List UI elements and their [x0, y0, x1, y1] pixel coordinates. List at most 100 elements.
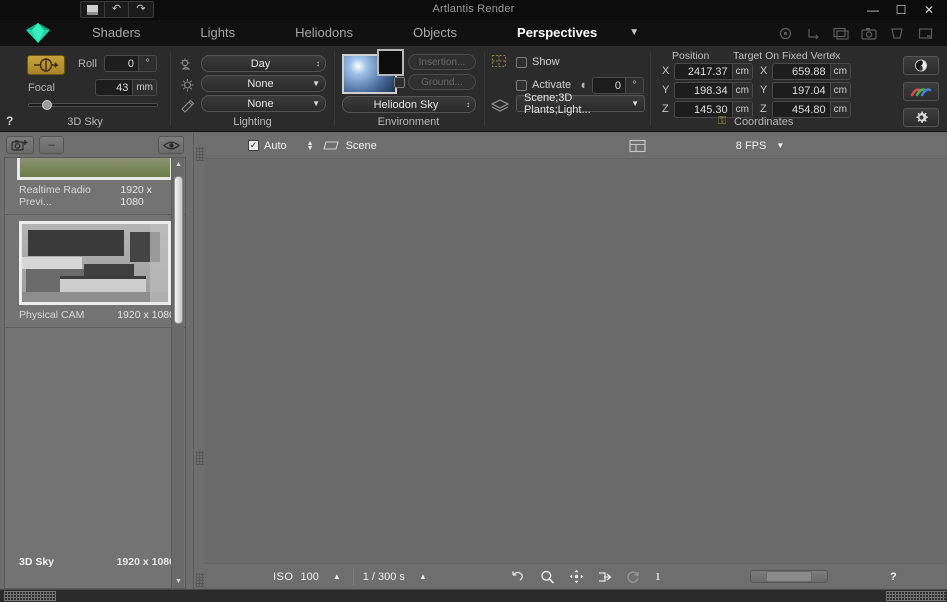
position-x-label: X — [662, 65, 670, 77]
axes-icon[interactable] — [799, 20, 827, 46]
views-list[interactable]: Realtime Radio Previ... 1920 x 1080 Phys… — [4, 157, 186, 589]
auto-checkbox[interactable]: ✓ — [248, 140, 259, 151]
activate-checkbox[interactable] — [516, 79, 527, 91]
show-label: Show — [532, 56, 560, 68]
scroll-up-arrow-icon[interactable]: ▲ — [172, 158, 185, 171]
settings-gear-button[interactable] — [903, 108, 939, 127]
zoom-tool-icon[interactable] — [540, 570, 555, 584]
target-y-field[interactable]: 197.04 cm — [772, 82, 851, 99]
iso-up-arrow-icon[interactable]: ▲ — [333, 572, 341, 581]
view-thumbnail[interactable] — [17, 158, 173, 180]
shutter-up-arrow-icon[interactable]: ▲ — [419, 572, 427, 581]
position-z-value[interactable]: 145.30 — [675, 104, 732, 116]
scrollbar-thumb[interactable] — [174, 176, 183, 324]
menu-item-lights[interactable]: Lights — [170, 20, 265, 46]
split-view-icon[interactable] — [629, 139, 646, 153]
render-progress-bar[interactable] — [750, 570, 829, 583]
window-resize-grip[interactable] — [886, 591, 946, 601]
position-x-value[interactable]: 2417.37 — [675, 66, 732, 78]
scene-label: Scene — [345, 139, 377, 152]
crop-icon[interactable] — [883, 20, 911, 46]
splitter-grip-top[interactable] — [196, 147, 204, 161]
view-thumbnail[interactable] — [19, 221, 171, 305]
position-y-field[interactable]: 198.34 cm — [674, 82, 753, 99]
auto-checkbox-row[interactable]: ✓ Auto — [248, 140, 287, 152]
close-button[interactable]: ✕ — [915, 0, 943, 20]
render-canvas[interactable] — [205, 158, 947, 564]
list-item[interactable]: Realtime Radio Previ... 1920 x 1080 — [5, 158, 185, 215]
menu-item-perspectives[interactable]: Perspectives — [487, 20, 627, 46]
ground-button[interactable]: Ground... — [408, 74, 476, 90]
layers-combo[interactable]: Scene;3D Plants;Light... ▼ — [516, 92, 645, 116]
target-x-field[interactable]: 659.88 cm — [772, 63, 851, 80]
insertion-button[interactable]: Insertion... — [408, 54, 476, 70]
sidebar-splitter[interactable] — [193, 133, 205, 589]
preview-eye-button[interactable] — [158, 136, 184, 154]
activate-checkbox-row[interactable]: Activate — [516, 79, 571, 91]
main-menu[interactable]: Shaders Lights Heliodons Objects Perspec… — [62, 20, 639, 46]
focal-slider[interactable] — [28, 100, 158, 110]
contrast-button[interactable] — [903, 56, 939, 75]
roll-value[interactable]: 0 — [105, 58, 138, 70]
position-x-unit: cm — [731, 64, 752, 79]
updown-arrow-icon[interactable]: ↕ — [832, 49, 837, 59]
lock-icon[interactable]: ⚿ — [718, 115, 726, 128]
iso-value[interactable]: 100 — [300, 571, 318, 583]
position-y-value[interactable]: 198.34 — [675, 85, 732, 97]
undo-tool-icon[interactable] — [510, 570, 525, 583]
splitter-grip-bottom[interactable] — [196, 573, 204, 587]
views-scrollbar[interactable]: ▲ ▼ — [171, 158, 184, 588]
stepper-down-arrow-icon[interactable]: ▼ — [307, 145, 314, 152]
menu-item-heliodons[interactable]: Heliodons — [265, 20, 383, 46]
properties-toolbar: ? Roll 0 ° Focal 43 mm 3D Sky Day ↕ None… — [0, 46, 947, 132]
remove-view-button[interactable]: – — [39, 136, 64, 154]
light-combo[interactable]: None ▼ — [201, 75, 326, 92]
focal-field[interactable]: 43 mm — [95, 79, 157, 96]
target-z-value[interactable]: 454.80 — [773, 104, 830, 116]
menu-bar-tools[interactable] — [771, 20, 939, 46]
list-item[interactable]: Physical CAM 1920 x 1080 — [5, 215, 185, 328]
menu-item-shaders[interactable]: Shaders — [62, 20, 170, 46]
frame-icon[interactable] — [911, 20, 939, 46]
show-checkbox[interactable] — [516, 56, 527, 68]
target-y-value[interactable]: 197.04 — [773, 85, 830, 97]
splitter-grip-middle[interactable] — [196, 451, 204, 465]
ground-checkbox[interactable] — [394, 77, 405, 88]
enter-tool-icon[interactable] — [598, 570, 612, 584]
maximize-button[interactable]: ☐ — [887, 0, 915, 20]
color-correction-button[interactable] — [903, 82, 939, 101]
show-checkbox-row[interactable]: Show — [516, 56, 560, 68]
heliodon-combo[interactable]: Day ↕ — [201, 55, 326, 72]
menu-item-objects[interactable]: Objects — [383, 20, 487, 46]
perspective-toggle-button[interactable] — [27, 55, 65, 75]
target-icon[interactable] — [771, 20, 799, 46]
scene-stepper[interactable]: ▲ ▼ — [307, 140, 314, 152]
chevron-down-icon[interactable]: ▼ — [629, 20, 639, 46]
shader-combo[interactable]: None ▼ — [201, 95, 326, 112]
views-toolbar: – — [0, 133, 205, 157]
copy-icon[interactable] — [827, 20, 855, 46]
info-tool-icon[interactable]: ı — [656, 568, 660, 585]
pan-tool-icon[interactable] — [569, 569, 584, 584]
light-value: None — [247, 77, 274, 90]
roll-field[interactable]: 0 ° — [104, 55, 157, 72]
fps-chevron-down-icon[interactable]: ▼ — [776, 141, 784, 150]
help-button[interactable]: ? — [890, 571, 897, 583]
minimize-button[interactable]: — — [859, 0, 887, 20]
background-color-swatch[interactable] — [377, 49, 404, 76]
position-x-field[interactable]: 2417.37 cm — [674, 63, 753, 80]
window-controls[interactable]: — ☐ ✕ — [859, 0, 943, 20]
scroll-down-arrow-icon[interactable]: ▼ — [172, 575, 185, 588]
target-z-unit: cm — [829, 102, 850, 117]
list-item[interactable]: 3D Sky 1920 x 1080 — [5, 328, 185, 580]
status-bar — [0, 589, 947, 602]
camera-icon[interactable] — [855, 20, 883, 46]
add-view-button[interactable] — [6, 136, 34, 154]
angle-value[interactable]: 0 — [593, 80, 625, 92]
environment-combo[interactable]: Heliodon Sky ↕ — [342, 96, 476, 113]
focal-slider-knob[interactable] — [42, 100, 52, 110]
focal-value[interactable]: 43 — [96, 82, 132, 94]
shutter-value[interactable]: 1 / 300 s — [363, 571, 405, 583]
target-x-value[interactable]: 659.88 — [773, 66, 830, 78]
grid-icon — [491, 54, 508, 74]
